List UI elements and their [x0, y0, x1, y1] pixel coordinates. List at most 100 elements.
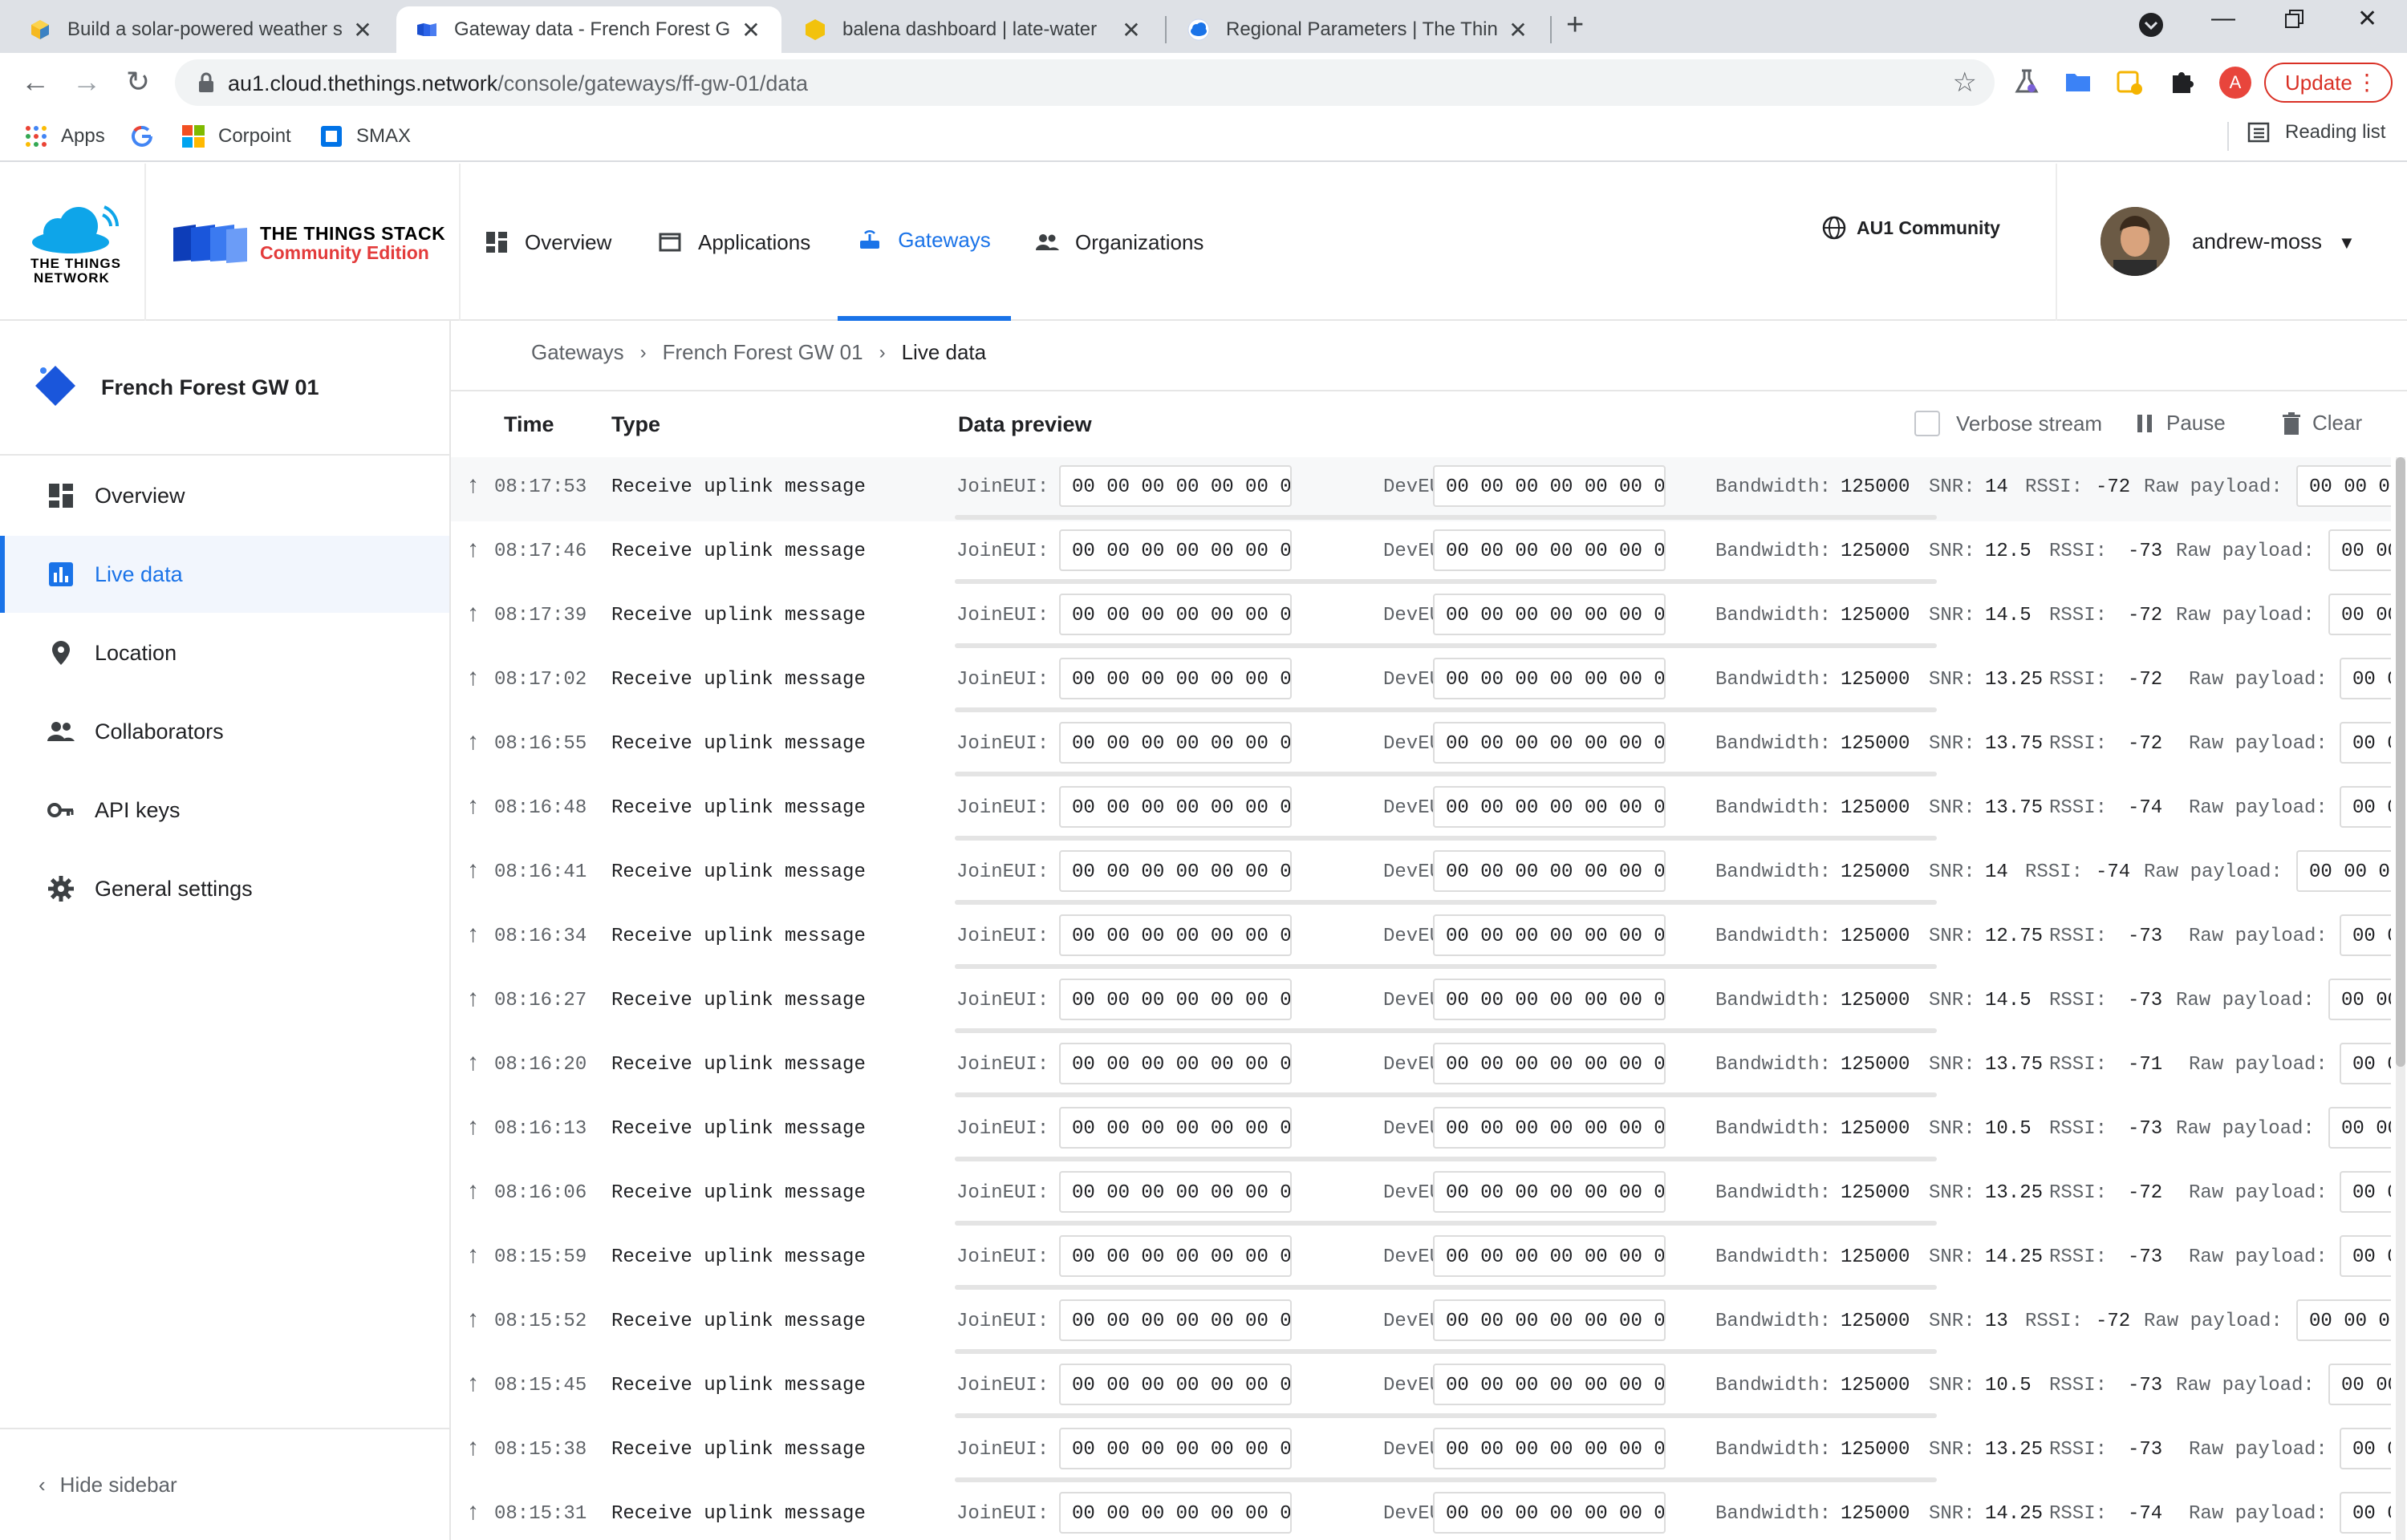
joineui-value[interactable]: 00 00 00 00 00 00 00 00 [1059, 1364, 1292, 1405]
table-row[interactable]: ↑ 08:16:34 Receive uplink message JoinEUI: 0… [451, 906, 2391, 971]
table-row[interactable]: ↑ 08:16:27 Receive uplink message JoinEUI: 0… [451, 971, 2391, 1035]
joineui-value[interactable]: 00 00 00 00 00 00 00 00 [1059, 1492, 1292, 1534]
tab-search-icon[interactable] [2137, 11, 2165, 45]
table-row[interactable]: ↑ 08:16:13 Receive uplink message JoinEUI: 0… [451, 1099, 2391, 1163]
deveui-value[interactable]: 00 00 00 00 00 00 00 10 [1433, 850, 1666, 892]
verbose-stream-toggle[interactable]: Verbose stream [1914, 411, 2102, 436]
table-row[interactable]: ↑ 08:15:31 Receive uplink message JoinEUI: 0… [451, 1484, 2391, 1540]
deveui-value[interactable]: 00 00 00 00 00 00 00 10 [1433, 658, 1666, 699]
sidebar-item-overview[interactable]: Overview [0, 457, 449, 534]
table-row[interactable]: ↑ 08:16:06 Receive uplink message JoinEUI: 0… [451, 1163, 2391, 1227]
reload-icon[interactable]: ↻ [120, 64, 156, 99]
row-horizontal-scrollbar[interactable] [955, 1221, 1937, 1226]
things-stack-logo[interactable]: THE THINGS STACK Community Edition [146, 164, 461, 321]
table-row[interactable]: ↑ 08:17:02 Receive uplink message JoinEUI: 0… [451, 650, 2391, 714]
row-horizontal-scrollbar[interactable] [955, 515, 1937, 520]
deveui-value[interactable]: 00 00 00 00 00 00 00 10 [1433, 1171, 1666, 1213]
row-horizontal-scrollbar[interactable] [955, 1413, 1937, 1418]
close-icon[interactable]: ✕ [1507, 17, 1529, 43]
joineui-value[interactable]: 00 00 00 00 00 00 00 00 [1059, 1299, 1292, 1341]
joineui-value[interactable]: 00 00 00 00 00 00 00 00 [1059, 722, 1292, 764]
browser-tab-balena[interactable]: balena dashboard | late-water ✕ [785, 6, 1162, 53]
deveui-value[interactable]: 00 00 00 00 00 00 00 10 [1433, 1107, 1666, 1149]
close-icon[interactable]: ✕ [351, 17, 374, 43]
raw-payload-value[interactable]: 00 00 00 [2296, 1299, 2391, 1341]
raw-payload-value[interactable]: 00 00 [2328, 529, 2391, 571]
cluster-selector[interactable]: AU1 Community [1821, 215, 2000, 241]
row-horizontal-scrollbar[interactable] [955, 772, 1937, 776]
sidebar-item-collaborators[interactable]: Collaborators [0, 693, 449, 770]
joineui-value[interactable]: 00 00 00 00 00 00 00 00 [1059, 786, 1292, 828]
restore-icon[interactable] [2283, 8, 2306, 37]
profile-avatar-badge[interactable]: A [2219, 67, 2251, 99]
deveui-value[interactable]: 00 00 00 00 00 00 00 10 [1433, 1492, 1666, 1534]
joineui-value[interactable]: 00 00 00 00 00 00 00 00 [1059, 1171, 1292, 1213]
deveui-value[interactable]: 00 00 00 00 00 00 00 10 [1433, 1428, 1666, 1469]
joineui-value[interactable]: 00 00 00 00 00 00 00 00 [1059, 1428, 1292, 1469]
raw-payload-value[interactable]: 00 0 [2340, 1235, 2391, 1277]
clear-button[interactable]: Clear [2282, 411, 2362, 436]
table-row[interactable]: ↑ 08:16:20 Receive uplink message JoinEUI: 0… [451, 1035, 2391, 1099]
window-close-icon[interactable]: ✕ [2357, 5, 2377, 33]
folder-icon[interactable] [2064, 67, 2092, 96]
table-row[interactable]: ↑ 08:15:38 Receive uplink message JoinEUI: 0… [451, 1420, 2391, 1484]
username[interactable]: andrew-moss [2192, 229, 2322, 254]
deveui-value[interactable]: 00 00 00 00 00 00 00 10 [1433, 529, 1666, 571]
deveui-value[interactable]: 00 00 00 00 00 00 00 10 [1433, 979, 1666, 1020]
minimize-icon[interactable]: — [2211, 5, 2235, 32]
table-row[interactable]: ↑ 08:17:53 Receive uplink message JoinEUI: 0… [451, 457, 2391, 521]
table-row[interactable]: ↑ 08:16:41 Receive uplink message JoinEUI: 0… [451, 842, 2391, 906]
raw-payload-value[interactable]: 00 0 [2340, 1428, 2391, 1469]
nav-overview[interactable]: Overview [485, 164, 611, 321]
raw-payload-value[interactable]: 00 0 [2340, 1492, 2391, 1534]
pause-button[interactable]: Pause [2136, 411, 2226, 436]
deveui-value[interactable]: 00 00 00 00 00 00 00 10 [1433, 722, 1666, 764]
row-horizontal-scrollbar[interactable] [955, 1349, 1937, 1354]
deveui-value[interactable]: 00 00 00 00 00 00 00 10 [1433, 594, 1666, 635]
user-avatar[interactable] [2101, 207, 2170, 276]
hide-sidebar-button[interactable]: ‹ Hide sidebar [0, 1428, 449, 1540]
nav-applications[interactable]: Applications [658, 164, 810, 321]
row-horizontal-scrollbar[interactable] [955, 836, 1937, 841]
row-horizontal-scrollbar[interactable] [955, 579, 1937, 584]
puzzle-extensions-icon[interactable] [2168, 67, 2197, 96]
caret-down-icon[interactable]: ▼ [2338, 233, 2356, 253]
row-horizontal-scrollbar[interactable] [955, 643, 1937, 648]
nav-organizations[interactable]: Organizations [1035, 164, 1204, 321]
row-horizontal-scrollbar[interactable] [955, 1028, 1937, 1033]
raw-payload-value[interactable]: 00 00 [2328, 979, 2391, 1020]
bookmark-google[interactable] [130, 120, 167, 152]
close-icon[interactable]: ✕ [1120, 17, 1143, 43]
raw-payload-value[interactable]: 00 0 [2340, 1171, 2391, 1213]
table-row[interactable]: ↑ 08:16:48 Receive uplink message JoinEUI: 0… [451, 778, 2391, 842]
joineui-value[interactable]: 00 00 00 00 00 00 00 00 [1059, 529, 1292, 571]
joineui-value[interactable]: 00 00 00 00 00 00 00 00 [1059, 594, 1292, 635]
deveui-value[interactable]: 00 00 00 00 00 00 00 10 [1433, 1299, 1666, 1341]
new-tab-icon[interactable]: + [1566, 8, 1584, 43]
table-row[interactable]: ↑ 08:15:45 Receive uplink message JoinEUI: 0… [451, 1356, 2391, 1420]
deveui-value[interactable]: 00 00 00 00 00 00 00 10 [1433, 1364, 1666, 1405]
calendar-extension-icon[interactable] [2115, 67, 2144, 96]
raw-payload-value[interactable]: 00 00 00 [2296, 465, 2391, 507]
sidebar-item-api-keys[interactable]: API keys [0, 772, 449, 849]
raw-payload-value[interactable]: 00 00 [2328, 1107, 2391, 1149]
row-horizontal-scrollbar[interactable] [955, 707, 1937, 712]
browser-tab-solar[interactable]: Build a solar-powered weather st ✕ [10, 6, 393, 53]
raw-payload-value[interactable]: 00 00 00 [2296, 850, 2391, 892]
sidebar-item-general-settings[interactable]: General settings [0, 850, 449, 927]
reading-list-button[interactable]: Reading list [2247, 120, 2385, 144]
back-arrow-icon[interactable]: ← [18, 64, 53, 99]
joineui-value[interactable]: 00 00 00 00 00 00 00 00 [1059, 658, 1292, 699]
deveui-value[interactable]: 00 00 00 00 00 00 00 10 [1433, 914, 1666, 956]
bookmark-corpoint[interactable]: Corpoint [181, 120, 291, 152]
joineui-value[interactable]: 00 00 00 00 00 00 00 00 [1059, 979, 1292, 1020]
row-horizontal-scrollbar[interactable] [955, 964, 1937, 969]
raw-payload-value[interactable]: 00 0 [2340, 722, 2391, 764]
table-row[interactable]: ↑ 08:15:52 Receive uplink message JoinEUI: 0… [451, 1291, 2391, 1356]
verbose-checkbox[interactable] [1914, 411, 1940, 436]
deveui-value[interactable]: 00 00 00 00 00 00 00 10 [1433, 465, 1666, 507]
deveui-value[interactable]: 00 00 00 00 00 00 00 10 [1433, 786, 1666, 828]
raw-payload-value[interactable]: 00 0 [2340, 658, 2391, 699]
deveui-value[interactable]: 00 00 00 00 00 00 00 10 [1433, 1235, 1666, 1277]
joineui-value[interactable]: 00 00 00 00 00 00 00 00 [1059, 1107, 1292, 1149]
